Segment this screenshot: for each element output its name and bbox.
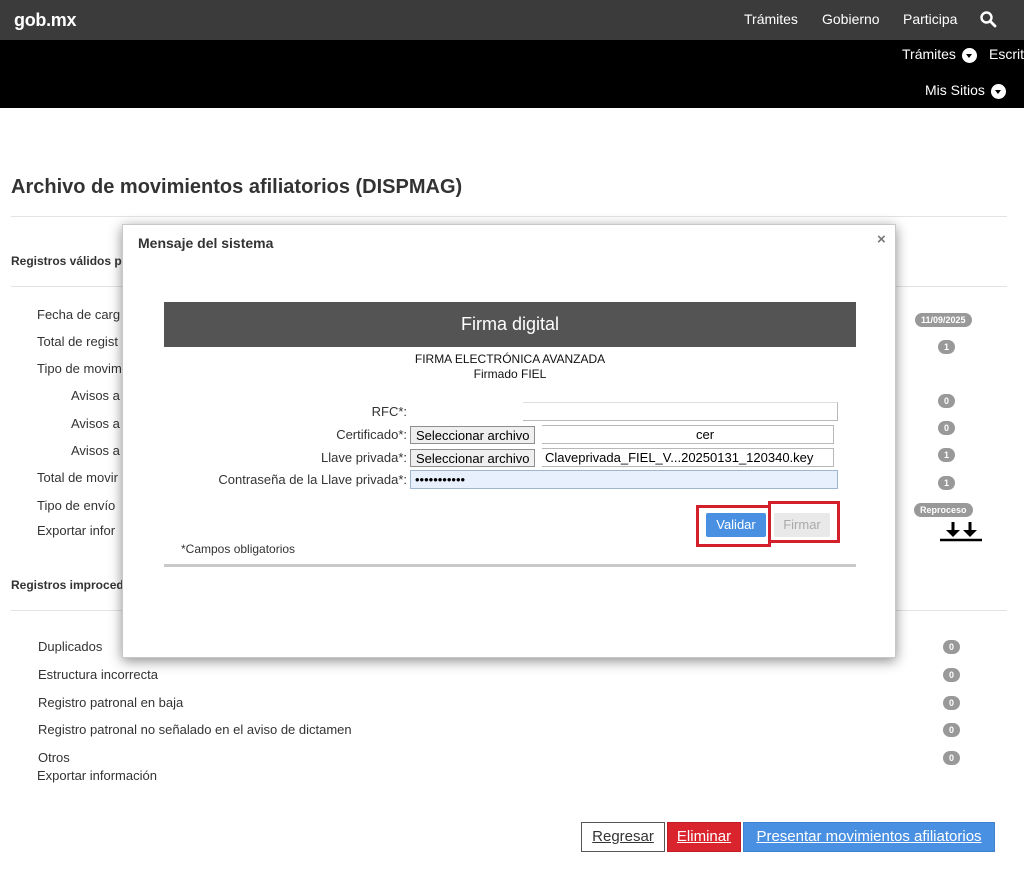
nav-participa[interactable]: Participa <box>903 11 957 27</box>
subnav-escritorio[interactable]: Escrit <box>989 46 1024 62</box>
status-badge: 1 <box>938 476 956 490</box>
download-icon[interactable] <box>940 520 982 542</box>
row-label: Fecha de carg <box>37 307 121 322</box>
llave-privada-label: Llave privada*: <box>321 450 407 465</box>
subnav-tramites-label: Trámites <box>902 46 956 62</box>
chevron-down-icon <box>961 47 977 63</box>
contrasena-label: Contraseña de la Llave privada*: <box>218 472 407 487</box>
llave-privada-field[interactable]: Claveprivada_FIEL_V...20250131_120340.ke… <box>542 448 834 467</box>
row-label: Otros <box>38 750 70 765</box>
nav-tramites[interactable]: Trámites <box>744 11 798 27</box>
section-registros-improcedentes: Registros improced <box>11 578 124 592</box>
close-icon[interactable]: × <box>877 231 886 248</box>
llave-privada-file-button[interactable]: Seleccionar archivo <box>410 449 536 467</box>
status-badge: 0 <box>943 696 961 710</box>
certificado-field[interactable]: cer <box>542 425 834 444</box>
search-icon[interactable] <box>979 10 997 28</box>
fiel-subtitle: Firmado FIEL <box>473 367 547 381</box>
chevron-down-icon <box>990 83 1006 99</box>
divider <box>11 216 1007 217</box>
row-label: Exportar infor <box>37 523 116 538</box>
rfc-field[interactable] <box>523 402 838 421</box>
section-registros-validos: Registros válidos p <box>11 254 122 268</box>
subnav-mis-sitios[interactable]: Mis Sitios <box>925 82 1006 99</box>
eliminar-button[interactable]: Eliminar <box>667 822 741 852</box>
certificado-label: Certificado*: <box>336 427 407 442</box>
contrasena-input[interactable]: ••••••••••• <box>410 470 838 489</box>
export-label[interactable]: Exportar información <box>37 768 157 783</box>
panel-header: Firma digital <box>164 302 856 347</box>
status-badge: 0 <box>943 751 961 765</box>
status-badge: 11/09/2025 <box>915 313 972 327</box>
row-label: Total de movir <box>37 470 118 485</box>
subnav-mis-sitios-label: Mis Sitios <box>925 82 985 98</box>
sub-navbar: Trámites Escrit Mis Sitios <box>0 40 1024 108</box>
status-badge: 0 <box>943 640 961 654</box>
presentar-movimientos-button[interactable]: Presentar movimientos afiliatorios <box>743 822 995 852</box>
top-navbar: gob.mx Trámites Gobierno Participa <box>0 0 1024 40</box>
row-label: Avisos a <box>71 443 120 458</box>
page-title: Archivo de movimientos afiliatorios (DIS… <box>11 176 463 198</box>
rfc-label: RFC*: <box>371 404 407 419</box>
certificado-value: cer <box>696 427 715 442</box>
row-label: Registro patronal en baja <box>38 695 184 710</box>
row-label: Tipo de movim <box>37 361 122 376</box>
row-label: Avisos a <box>71 388 120 403</box>
status-badge: Reproceso <box>914 503 973 517</box>
validar-highlight <box>696 505 771 547</box>
row-label: Estructura incorrecta <box>38 667 158 682</box>
gobmx-logo[interactable]: gob.mx <box>14 10 77 31</box>
status-badge: 0 <box>943 668 961 682</box>
system-message-modal: Mensaje del sistema × Firma digital FIRM… <box>122 224 896 658</box>
fiel-title: FIRMA ELECTRÓNICA AVANZADA <box>414 352 606 366</box>
status-badge: 1 <box>938 448 956 462</box>
firmar-highlight <box>768 501 840 543</box>
status-badge: 0 <box>938 394 956 408</box>
status-badge: 0 <box>943 723 961 737</box>
regresar-button[interactable]: Regresar <box>581 822 665 852</box>
subnav-tramites[interactable]: Trámites <box>902 46 977 63</box>
row-label: Registro patronal no señalado en el avis… <box>38 722 352 737</box>
status-badge: 0 <box>938 421 956 435</box>
row-label: Avisos a <box>71 416 120 431</box>
nav-gobierno[interactable]: Gobierno <box>822 11 880 27</box>
firma-digital-panel: Firma digital FIRMA ELECTRÓNICA AVANZADA… <box>164 302 856 567</box>
row-label: Duplicados <box>38 639 103 654</box>
required-note: *Campos obligatorios <box>181 542 296 556</box>
row-label: Total de regist <box>37 334 118 349</box>
status-badge: 1 <box>938 340 956 354</box>
row-label: Tipo de envío <box>37 498 116 513</box>
modal-title: Mensaje del sistema <box>138 235 274 251</box>
certificado-file-button[interactable]: Seleccionar archivo <box>410 426 536 444</box>
